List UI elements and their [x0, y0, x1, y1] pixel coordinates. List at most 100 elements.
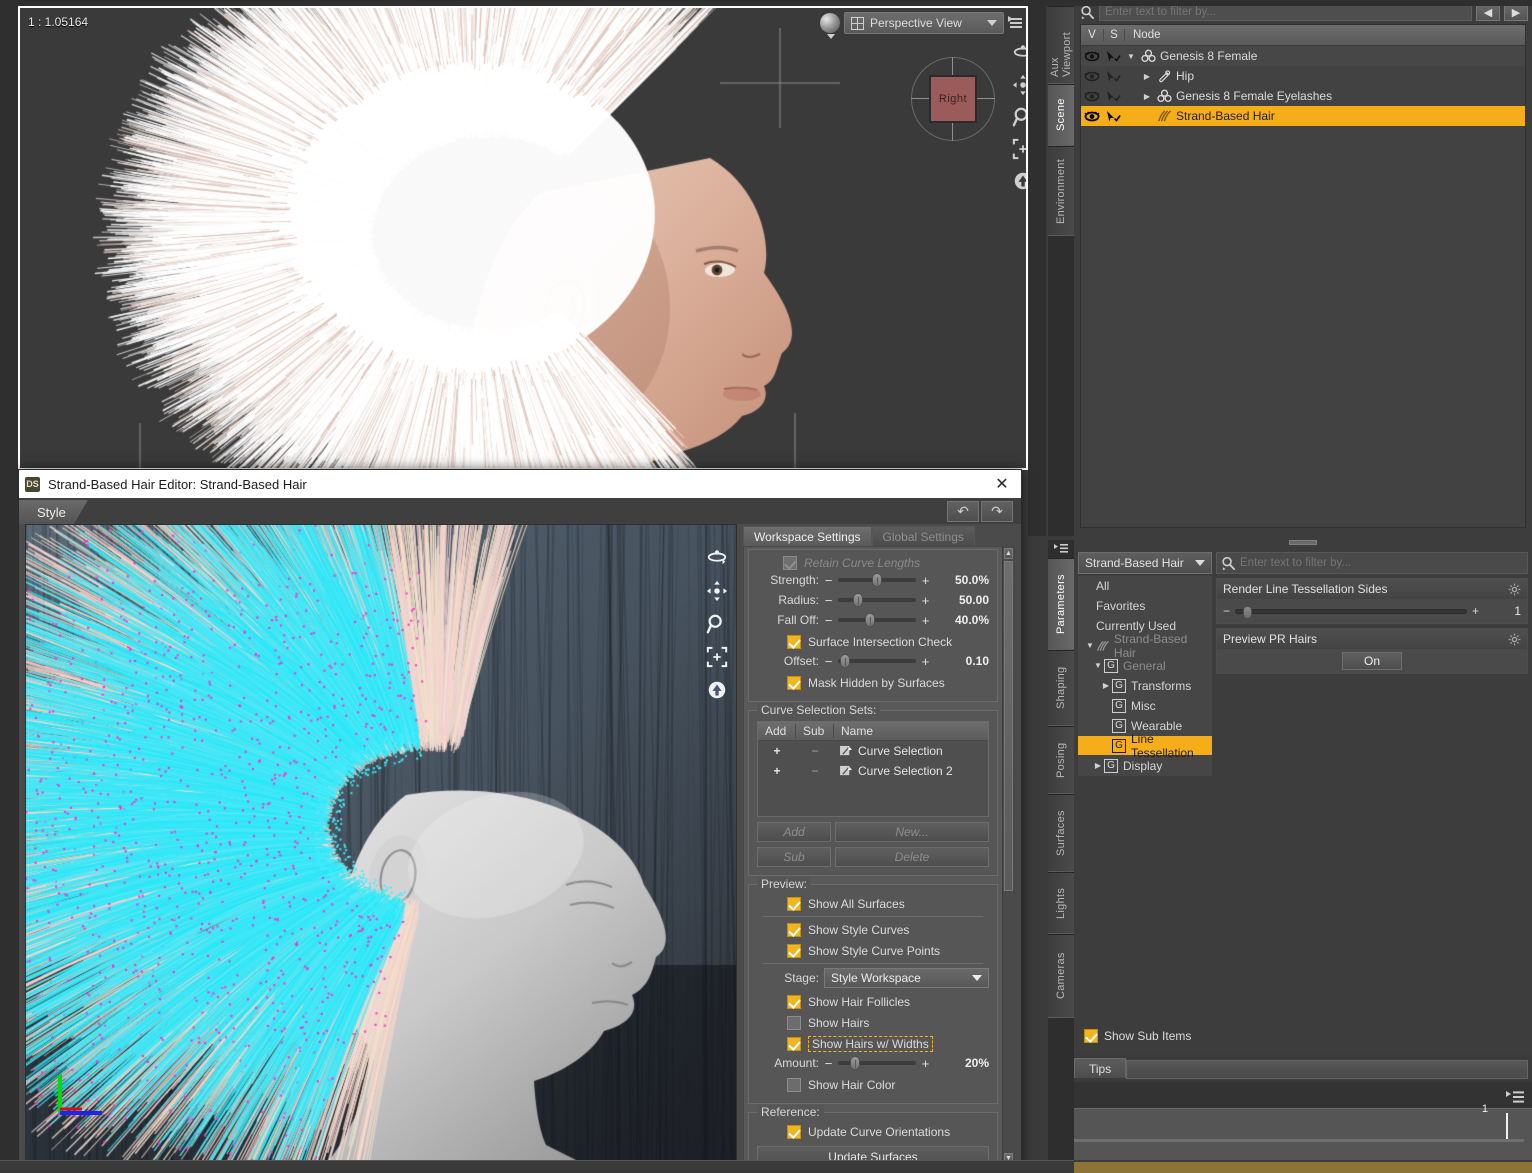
- tab-workspace-settings[interactable]: Workspace Settings: [743, 526, 872, 546]
- stage-row[interactable]: Stage: Style Workspace: [757, 967, 989, 989]
- viewport-draw-style-icon[interactable]: [820, 13, 840, 33]
- increment-button[interactable]: +: [921, 1056, 930, 1071]
- mask-hidden-by-surfaces-row[interactable]: Mask Hidden by Surfaces: [757, 672, 989, 693]
- row-sub-button[interactable]: −: [796, 764, 834, 778]
- update-curve-orientations-row[interactable]: Update Curve Orientations: [757, 1121, 989, 1142]
- stage-combo[interactable]: Style Workspace: [824, 968, 989, 988]
- zoom-icon[interactable]: [1012, 106, 1028, 128]
- settings-scrollbar[interactable]: ▲ ▼: [1002, 547, 1014, 1165]
- curve-set-new-button[interactable]: New...: [835, 822, 989, 842]
- amount-slider-row[interactable]: Amount: − + 20%: [757, 1054, 989, 1072]
- param-group-strand-based-hair[interactable]: ▼ Strand-Based Hair: [1078, 636, 1212, 656]
- hair-style-render[interactable]: [26, 525, 736, 1165]
- increment-button[interactable]: +: [921, 593, 930, 608]
- slider-track[interactable]: [838, 659, 916, 663]
- slider-track[interactable]: [838, 598, 916, 602]
- property-value[interactable]: 1: [1485, 604, 1521, 618]
- timeline-track[interactable]: [1074, 1139, 1524, 1142]
- tab-parameters[interactable]: Parameters: [1048, 558, 1074, 650]
- slider-knob[interactable]: [840, 654, 850, 668]
- gear-icon[interactable]: [1508, 633, 1521, 646]
- tab-global-settings[interactable]: Global Settings: [872, 526, 975, 546]
- view-cube[interactable]: Right: [908, 54, 998, 144]
- scene-tree[interactable]: V S Node ▼ Genesis 8 Female ▶ Hip ▶ Gene…: [1080, 24, 1526, 528]
- scrollbar-thumb[interactable]: [1004, 561, 1013, 891]
- slider-track[interactable]: [838, 578, 916, 582]
- hair-style-viewport[interactable]: [25, 524, 737, 1166]
- slider-knob[interactable]: [850, 1056, 860, 1070]
- show-style-curves-row[interactable]: Show Style Curves: [757, 919, 989, 940]
- show-all-surfaces-checkbox[interactable]: [787, 897, 801, 911]
- tab-surfaces[interactable]: Surfaces: [1048, 794, 1074, 872]
- timeline-playhead[interactable]: 1: [1506, 1113, 1508, 1139]
- splitter-grip[interactable]: [1289, 540, 1317, 545]
- viewport-render[interactable]: [20, 8, 1026, 468]
- slider-track[interactable]: [838, 1061, 916, 1065]
- tab-shaping[interactable]: Shaping: [1048, 650, 1074, 726]
- tab-aux-viewport[interactable]: Aux Viewport: [1048, 6, 1074, 84]
- row-sub-button[interactable]: −: [796, 744, 834, 758]
- decrement-button[interactable]: −: [1223, 604, 1230, 618]
- curve-selection-sets-table[interactable]: Add Sub Name + − Curve Selection + − Cur…: [757, 721, 989, 817]
- view-selector[interactable]: Perspective View: [844, 12, 1004, 34]
- visibility-eye-icon[interactable]: [1081, 91, 1103, 102]
- strength-value[interactable]: 50.0%: [935, 573, 989, 587]
- parameters-group-list[interactable]: All Favorites Currently Used ▼ Strand-Ba…: [1078, 576, 1212, 776]
- param-group-favorites[interactable]: Favorites: [1078, 596, 1212, 616]
- show-style-curve-points-row[interactable]: Show Style Curve Points: [757, 940, 989, 961]
- tab-environment[interactable]: Environment: [1048, 146, 1074, 236]
- chevron-right-icon[interactable]: ▶: [1100, 681, 1112, 690]
- show-hairs-row[interactable]: Show Hairs: [757, 1012, 989, 1033]
- show-hair-color-row[interactable]: Show Hair Color: [757, 1074, 989, 1095]
- frame-icon[interactable]: [1012, 138, 1028, 160]
- tips-options-icon[interactable]: [1506, 1090, 1524, 1106]
- pan-icon[interactable]: [706, 580, 728, 602]
- falloff-slider-row[interactable]: Fall Off: − + 40.0%: [757, 611, 989, 629]
- row-add-button[interactable]: +: [758, 744, 796, 758]
- preview-pr-hairs-toggle[interactable]: On: [1342, 652, 1402, 670]
- slider-track[interactable]: [838, 618, 916, 622]
- undo-button[interactable]: ↶: [947, 501, 979, 522]
- row-add-button[interactable]: +: [758, 764, 796, 778]
- pan-icon[interactable]: [1012, 74, 1028, 96]
- offset-slider-row[interactable]: Offset: − + 0.10: [757, 652, 989, 670]
- frame-icon[interactable]: [706, 646, 728, 668]
- surface-intersection-check-checkbox[interactable]: [787, 635, 801, 649]
- search-icon[interactable]: [1080, 5, 1095, 20]
- show-sub-items-checkbox[interactable]: [1084, 1029, 1098, 1043]
- decrement-button[interactable]: −: [824, 593, 833, 608]
- property-slider-row[interactable]: − + 1: [1217, 599, 1527, 623]
- show-hair-follicles-checkbox[interactable]: [787, 995, 801, 1009]
- slider-knob[interactable]: [853, 593, 863, 607]
- redo-button[interactable]: ↷: [981, 501, 1013, 522]
- curve-set-add-button[interactable]: Add: [757, 822, 831, 842]
- amount-value[interactable]: 20%: [935, 1056, 989, 1070]
- dialog-title-bar[interactable]: DS Strand-Based Hair Editor: Strand-Base…: [19, 470, 1021, 498]
- offset-value[interactable]: 0.10: [935, 654, 989, 668]
- zoom-icon[interactable]: [706, 613, 728, 635]
- selectable-cursor-icon[interactable]: [1103, 90, 1125, 103]
- show-hairs-checkbox[interactable]: [787, 1016, 801, 1030]
- mask-hidden-by-surfaces-checkbox[interactable]: [787, 676, 801, 690]
- chevron-right-icon[interactable]: ▶: [1092, 761, 1104, 770]
- increment-button[interactable]: +: [921, 613, 930, 628]
- show-hair-follicles-row[interactable]: Show Hair Follicles: [757, 991, 989, 1012]
- show-style-curves-checkbox[interactable]: [787, 923, 801, 937]
- chevron-right-icon[interactable]: ▶: [1141, 72, 1153, 81]
- param-group-line-tessellation[interactable]: G Line Tessellation: [1078, 736, 1212, 756]
- tab-tips[interactable]: Tips: [1074, 1058, 1126, 1078]
- falloff-value[interactable]: 40.0%: [935, 613, 989, 627]
- orbit-icon[interactable]: [706, 547, 728, 569]
- orbit-icon[interactable]: [1012, 42, 1028, 64]
- tab-posing[interactable]: Posing: [1048, 726, 1074, 794]
- update-curve-orientations-checkbox[interactable]: [787, 1125, 801, 1139]
- strand-based-hair-editor-dialog[interactable]: DS Strand-Based Hair Editor: Strand-Base…: [18, 469, 1022, 1173]
- strength-slider-row[interactable]: Strength: − + 50.0%: [757, 571, 989, 589]
- tab-style[interactable]: Style: [19, 500, 88, 524]
- chevron-down-icon[interactable]: ▼: [1084, 641, 1096, 650]
- show-hair-color-checkbox[interactable]: [787, 1078, 801, 1092]
- radius-slider-row[interactable]: Radius: − + 50.00: [757, 591, 989, 609]
- curve-set-sub-button[interactable]: Sub: [757, 847, 831, 867]
- close-icon[interactable]: ✕: [989, 473, 1015, 495]
- show-sub-items-row[interactable]: Show Sub Items: [1078, 1025, 1212, 1047]
